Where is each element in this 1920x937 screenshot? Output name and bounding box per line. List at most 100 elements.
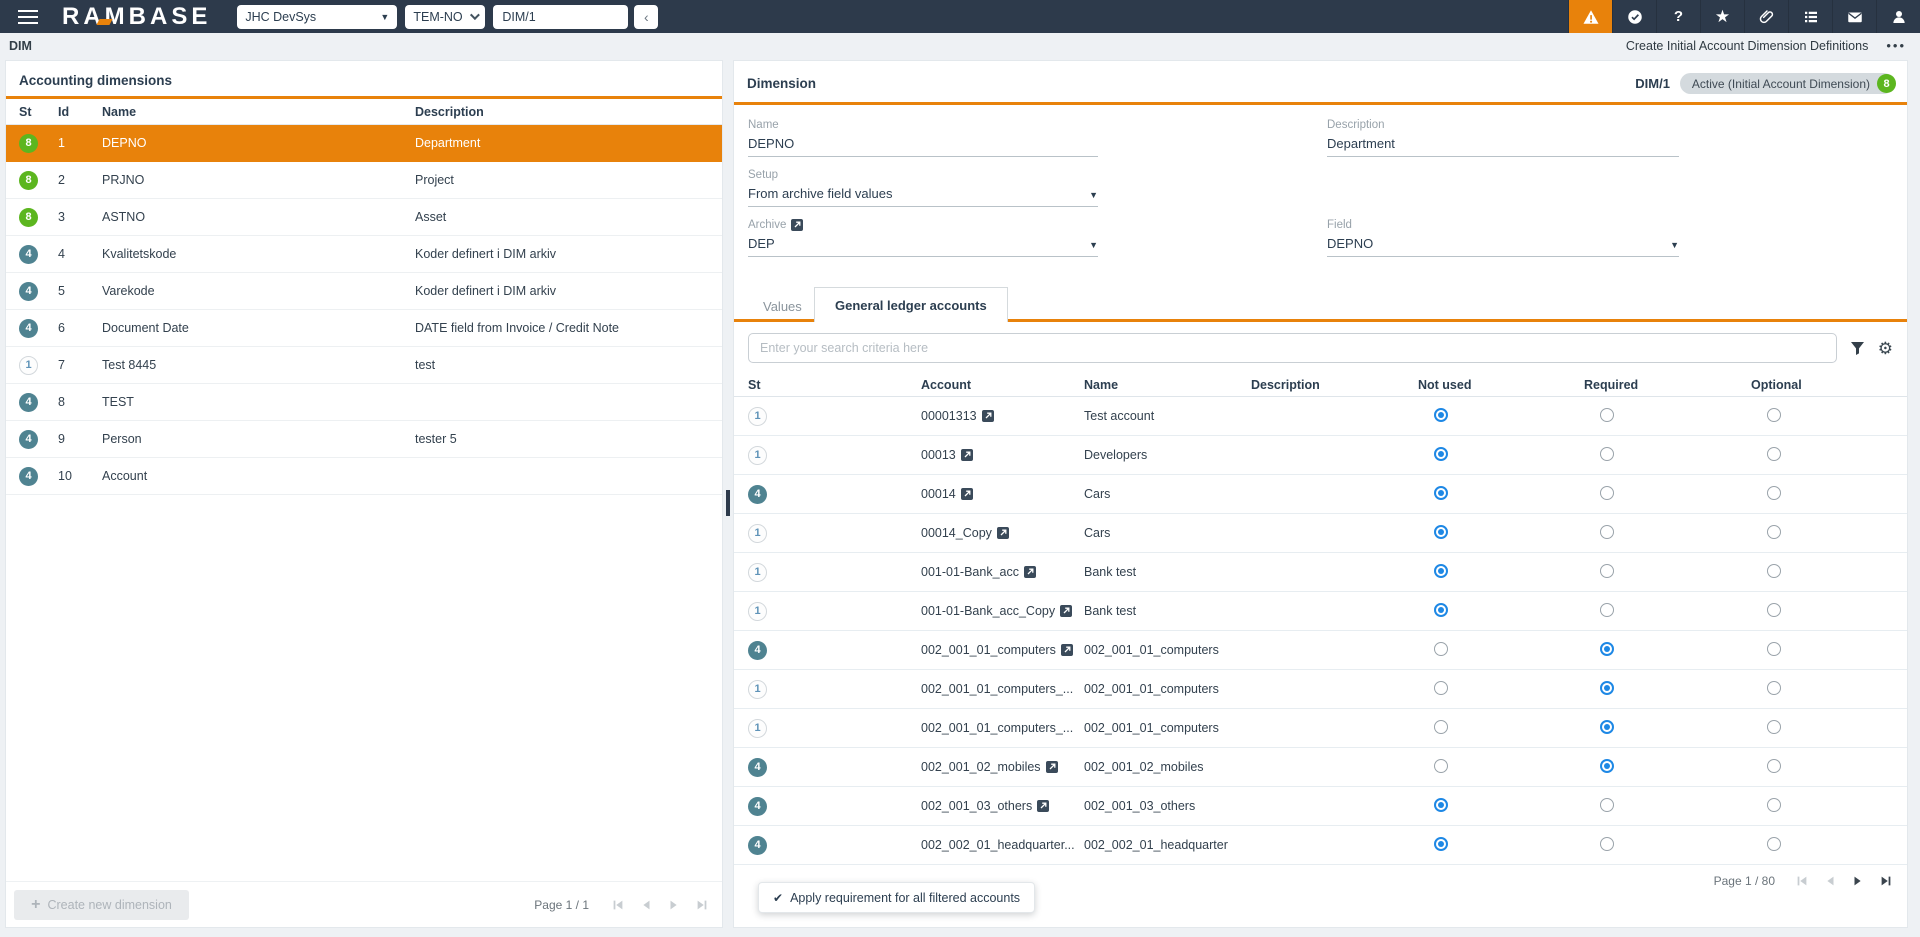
radio-not-used[interactable] <box>1434 758 1448 773</box>
dimension-row[interactable]: 8 1 DEPNO Department <box>6 125 722 162</box>
account-number-link[interactable]: 001-01-Bank_acc_Copy <box>921 604 1055 618</box>
radio-required[interactable] <box>1600 563 1614 578</box>
open-record-icon[interactable] <box>1060 644 1073 656</box>
dimension-row[interactable]: 8 2 PRJNO Project <box>6 162 722 199</box>
account-row[interactable]: 4 002_001_02_mobiles 002_001_02_mobiles <box>734 748 1907 787</box>
radio-optional[interactable] <box>1767 485 1781 500</box>
open-archive-icon[interactable] <box>791 219 804 231</box>
radio-required[interactable] <box>1600 836 1614 851</box>
account-number-link[interactable]: 002_001_01_computers_... <box>921 682 1073 696</box>
dimension-row[interactable]: 8 3 ASTNO Asset <box>6 199 722 236</box>
attachment-paperclip-icon[interactable] <box>1744 0 1788 33</box>
description-input[interactable]: Department <box>1327 136 1679 157</box>
account-row[interactable]: 1 00001313 Test account <box>734 397 1907 436</box>
radio-optional[interactable] <box>1767 446 1781 461</box>
search-input[interactable] <box>748 333 1837 363</box>
radio-optional[interactable] <box>1767 407 1781 422</box>
account-number-link[interactable]: 00013 <box>921 448 956 462</box>
radio-optional[interactable] <box>1767 758 1781 773</box>
dimension-row[interactable]: 4 8 TEST <box>6 384 722 421</box>
open-record-icon[interactable] <box>1023 566 1036 578</box>
radio-optional[interactable] <box>1767 641 1781 656</box>
radio-not-used[interactable] <box>1434 641 1448 656</box>
radio-required[interactable] <box>1600 758 1614 773</box>
task-list-icon[interactable] <box>1788 0 1832 33</box>
create-initial-definitions-action[interactable]: Create Initial Account Dimension Definit… <box>1626 39 1868 53</box>
radio-not-used[interactable] <box>1434 563 1448 578</box>
open-record-icon[interactable] <box>1037 800 1050 812</box>
account-row[interactable]: 1 00014_Copy Cars <box>734 514 1907 553</box>
previous-page-icon[interactable] <box>1823 874 1837 888</box>
back-button[interactable] <box>634 4 659 29</box>
account-number-link[interactable]: 002_001_02_mobiles <box>921 760 1041 774</box>
account-row[interactable]: 4 002_001_03_others 002_001_03_others <box>734 787 1907 826</box>
last-page-icon[interactable] <box>1879 874 1893 888</box>
dimension-row[interactable]: 4 10 Account <box>6 458 722 495</box>
radio-required[interactable] <box>1600 797 1614 812</box>
dimension-row[interactable]: 4 9 Person tester 5 <box>6 421 722 458</box>
filter-funnel-icon[interactable] <box>1849 340 1866 357</box>
dimension-row[interactable]: 4 6 Document Date DATE field from Invoice /… <box>6 310 722 347</box>
favorites-star-icon[interactable] <box>1700 0 1744 33</box>
radio-optional[interactable] <box>1767 602 1781 617</box>
radio-required[interactable] <box>1600 407 1614 422</box>
first-page-icon[interactable] <box>1795 874 1809 888</box>
radio-not-used[interactable] <box>1434 719 1448 734</box>
last-page-icon[interactable] <box>695 898 709 912</box>
radio-not-used[interactable] <box>1434 680 1448 695</box>
next-page-icon[interactable] <box>1851 874 1865 888</box>
previous-page-icon[interactable] <box>639 898 653 912</box>
account-row[interactable]: 4 00014 Cars <box>734 475 1907 514</box>
radio-optional[interactable] <box>1767 797 1781 812</box>
program-input[interactable] <box>493 4 629 29</box>
account-number-link[interactable]: 00001313 <box>921 409 977 423</box>
settings-gear-icon[interactable] <box>1878 340 1893 357</box>
more-options-icon[interactable] <box>1886 38 1906 53</box>
radio-not-used[interactable] <box>1434 524 1448 539</box>
account-number-link[interactable]: 002_002_01_headquarter... <box>921 838 1075 852</box>
account-number-link[interactable]: 001-01-Bank_acc <box>921 565 1019 579</box>
radio-optional[interactable] <box>1767 680 1781 695</box>
system-select[interactable]: JHC DevSys ▼ <box>237 4 398 29</box>
radio-optional[interactable] <box>1767 836 1781 851</box>
radio-not-used[interactable] <box>1434 797 1448 812</box>
radio-not-used[interactable] <box>1434 446 1448 461</box>
tab-values[interactable]: Values <box>743 290 822 322</box>
account-number-link[interactable]: 00014_Copy <box>921 526 992 540</box>
apply-requirement-button[interactable]: Apply requirement for all filtered accou… <box>758 882 1036 913</box>
radio-not-used[interactable] <box>1434 485 1448 500</box>
dimension-row[interactable]: 4 5 Varekode Koder definert i DIM arkiv <box>6 273 722 310</box>
radio-required[interactable] <box>1600 641 1614 656</box>
radio-not-used[interactable] <box>1434 407 1448 422</box>
user-icon[interactable] <box>1876 0 1920 33</box>
radio-required[interactable] <box>1600 485 1614 500</box>
radio-required[interactable] <box>1600 602 1614 617</box>
setup-select[interactable]: From archive field values <box>748 186 1098 207</box>
radio-not-used[interactable] <box>1434 602 1448 617</box>
name-input[interactable]: DEPNO <box>748 136 1098 157</box>
archive-select[interactable]: DEP <box>748 236 1098 257</box>
open-record-icon[interactable] <box>1045 761 1058 773</box>
account-number-link[interactable]: 002_001_01_computers_... <box>921 721 1073 735</box>
help-icon[interactable] <box>1656 0 1700 33</box>
radio-optional[interactable] <box>1767 719 1781 734</box>
panel-splitter[interactable] <box>723 60 733 928</box>
account-number-link[interactable]: 002_001_01_computers <box>921 643 1056 657</box>
open-record-icon[interactable] <box>981 410 994 422</box>
radio-optional[interactable] <box>1767 524 1781 539</box>
radio-required[interactable] <box>1600 719 1614 734</box>
dimension-row[interactable]: 1 7 Test 8445 test <box>6 347 722 384</box>
account-row[interactable]: 1 002_001_01_computers_... 002_001_01_comp… <box>734 709 1907 748</box>
open-record-icon[interactable] <box>996 527 1009 539</box>
account-number-link[interactable]: 002_001_03_others <box>921 799 1032 813</box>
create-new-dimension-button[interactable]: Create new dimension <box>14 889 189 920</box>
radio-required[interactable] <box>1600 680 1614 695</box>
open-record-icon[interactable] <box>960 449 973 461</box>
radio-optional[interactable] <box>1767 563 1781 578</box>
tab-general-ledger-accounts[interactable]: General ledger accounts <box>814 287 1008 322</box>
first-page-icon[interactable] <box>611 898 625 912</box>
next-page-icon[interactable] <box>667 898 681 912</box>
verified-icon[interactable] <box>1612 0 1656 33</box>
radio-not-used[interactable] <box>1434 836 1448 851</box>
field-select[interactable]: DEPNO <box>1327 236 1679 257</box>
